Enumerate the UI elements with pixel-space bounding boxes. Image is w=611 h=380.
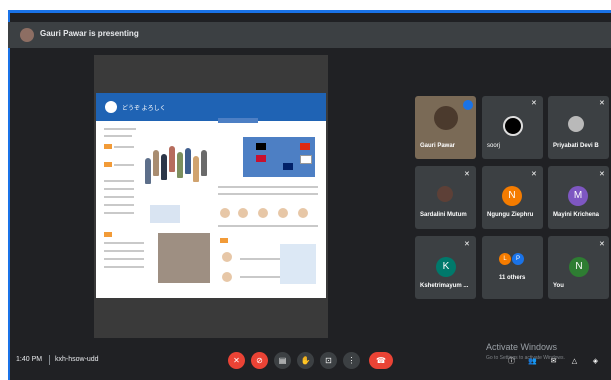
slide-text-line xyxy=(114,146,134,148)
mic-off-icon: ✕ xyxy=(599,241,605,248)
mic-off-icon: ✕ xyxy=(464,241,470,248)
participant-name: Sardalini Mutum xyxy=(420,212,467,218)
slide-text-line xyxy=(104,266,144,268)
slide-card xyxy=(280,244,316,284)
slide-face xyxy=(298,208,308,218)
presenter-avatar xyxy=(20,28,34,42)
slide-text-line xyxy=(104,258,144,260)
divider xyxy=(49,355,50,365)
slide-person xyxy=(161,154,167,180)
meeting-time: 1:40 PM xyxy=(16,356,43,363)
slide-text-line xyxy=(104,128,136,130)
flag-china xyxy=(300,143,310,150)
flag-australia xyxy=(283,163,293,170)
activation-watermark: Activate Windows xyxy=(486,342,558,352)
slide-logo xyxy=(105,101,117,113)
slide-text-line xyxy=(218,193,318,195)
participant-name: Ngungu Ziephru xyxy=(487,212,534,218)
hand-icon[interactable]: ✋ xyxy=(297,352,314,369)
more-options-icon[interactable] xyxy=(463,100,473,110)
presenter-label: Gauri Pawar is presenting xyxy=(40,29,139,38)
participant-avatar xyxy=(437,186,453,202)
slide-text-line xyxy=(240,258,280,260)
slide-person xyxy=(201,150,207,176)
chat-icon[interactable]: ✉ xyxy=(549,357,558,366)
participant-name: Gauri Pawar xyxy=(420,143,456,149)
info-icon[interactable]: ⓘ xyxy=(507,357,516,366)
present-icon[interactable]: ⊡ xyxy=(320,352,337,369)
participant-video xyxy=(434,106,458,130)
mic-off-icon[interactable]: ✕ xyxy=(228,352,245,369)
flag-korea xyxy=(300,155,312,164)
mic-off-icon: ✕ xyxy=(464,171,470,178)
slide-marker xyxy=(220,238,228,243)
participant-name: Mayini Krichena xyxy=(553,212,600,218)
mic-off-icon: ✕ xyxy=(599,100,605,107)
participant-avatar xyxy=(503,116,523,136)
slide-person xyxy=(153,150,159,176)
meet-window: Gauri Pawar is presenting どうぞ よろしく Gauri… xyxy=(0,0,611,380)
slide-text-line xyxy=(104,196,134,198)
participant-avatar: L xyxy=(499,253,511,265)
slide-person xyxy=(185,148,191,174)
camera-off-icon[interactable]: ⊘ xyxy=(251,352,268,369)
slide-person xyxy=(177,152,183,178)
slide-face xyxy=(278,208,288,218)
slide-face xyxy=(222,252,232,262)
slide-title: どうぞ よろしく xyxy=(122,106,166,112)
slide-card xyxy=(150,205,180,223)
end-call-icon[interactable]: ☎ xyxy=(369,352,393,369)
more-icon[interactable]: ⋮ xyxy=(343,352,360,369)
participant-name: Kshetrimayum ... xyxy=(420,283,469,289)
host-controls-icon[interactable]: ◈ xyxy=(591,357,600,366)
mic-off-icon: ✕ xyxy=(599,171,605,178)
mic-off-icon: ✕ xyxy=(531,100,537,107)
activities-icon[interactable]: △ xyxy=(570,357,579,366)
slide-text-line xyxy=(218,225,318,227)
slide-text-line xyxy=(114,164,134,166)
slide-text-line xyxy=(104,204,134,206)
slide-person xyxy=(193,156,199,182)
flag-egypt xyxy=(256,155,266,162)
participant-tile[interactable] xyxy=(482,236,543,299)
slide-face xyxy=(258,208,268,218)
slide-text-line xyxy=(104,180,134,182)
slide-face xyxy=(220,208,230,218)
slide-photo xyxy=(158,233,210,283)
participant-avatar: N xyxy=(502,186,522,206)
participant-name: Priyabati Devi B xyxy=(553,143,599,149)
slide-text-line xyxy=(104,188,134,190)
captions-icon[interactable]: ▤ xyxy=(274,352,291,369)
slide-text-line xyxy=(218,186,318,188)
participant-name: 11 others xyxy=(499,275,526,281)
meeting-code: kxh-hsow-udd xyxy=(55,356,99,363)
people-icon[interactable]: 👥 xyxy=(528,357,537,366)
mic-off-icon: ✕ xyxy=(531,171,537,178)
slide-face xyxy=(222,272,232,282)
slide-text-line xyxy=(104,135,132,137)
slide-text-line xyxy=(104,212,134,214)
participant-name: soorj xyxy=(487,143,501,149)
slide-marker xyxy=(104,144,112,149)
slide-heading xyxy=(218,118,258,123)
participant-avatar xyxy=(568,116,584,132)
participant-avatar: M xyxy=(568,186,588,206)
participant-avatar: N xyxy=(569,257,589,277)
slide-face xyxy=(238,208,248,218)
slide-text-line xyxy=(104,242,144,244)
participant-name: You xyxy=(553,283,564,289)
slide-text-line xyxy=(104,250,144,252)
flag-germany xyxy=(256,143,266,150)
slide-marker xyxy=(104,162,112,167)
slide-person xyxy=(145,158,151,184)
participant-avatar: P xyxy=(512,253,524,265)
slide-person xyxy=(169,146,175,172)
slide-text-line xyxy=(240,276,280,278)
participant-avatar: K xyxy=(436,257,456,277)
slide-marker xyxy=(104,232,112,237)
